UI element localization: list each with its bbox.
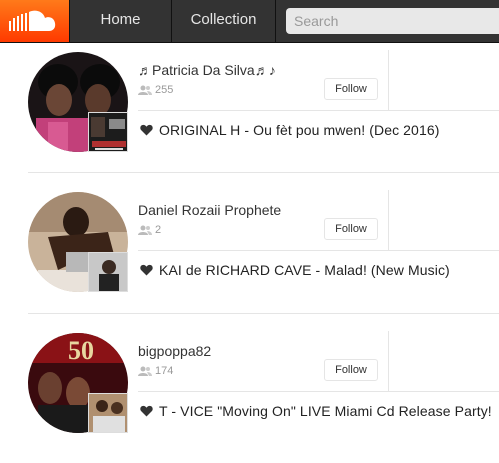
feed-divider <box>28 313 499 314</box>
vertical-divider <box>388 331 389 391</box>
feed-item: 50 bigpoppa82 174 Follow T - VICE "Movin… <box>0 323 499 463</box>
followers-icon <box>138 225 152 235</box>
follower-count: 255 <box>138 84 173 96</box>
follower-count-value: 2 <box>155 224 162 236</box>
heart-icon <box>140 124 153 136</box>
follower-count: 174 <box>138 365 173 377</box>
soundcloud-logo[interactable] <box>0 0 69 42</box>
track-title: T - VICE "Moving On" LIVE Miami Cd Relea… <box>159 403 492 419</box>
followers-icon <box>138 85 152 95</box>
soundcloud-cloud-icon <box>9 10 56 31</box>
follower-count-value: 255 <box>155 84 174 96</box>
artwork-image <box>89 113 127 151</box>
follower-count: 2 <box>138 224 161 236</box>
artwork-image <box>89 394 127 432</box>
row-divider <box>138 110 499 111</box>
feed-item: ♬Patricia Da Silva♬♪ 255 Follow ORIGINAL… <box>0 42 499 182</box>
vertical-divider <box>388 50 389 110</box>
artwork-image <box>89 253 127 291</box>
track-artwork-thumbnail[interactable] <box>88 393 128 433</box>
tab-home[interactable]: Home <box>69 0 172 42</box>
username[interactable]: bigpoppa82 <box>138 343 211 359</box>
svg-text:50: 50 <box>68 336 94 365</box>
username[interactable]: ♬Patricia Da Silva♬♪ <box>138 62 276 78</box>
top-navigation-bar: Home Collection <box>0 0 499 43</box>
track-artwork-thumbnail[interactable] <box>88 112 128 152</box>
heart-icon <box>140 264 153 276</box>
follow-button[interactable]: Follow <box>324 218 378 240</box>
search-input[interactable] <box>286 8 499 34</box>
follow-button[interactable]: Follow <box>324 359 378 381</box>
follow-button[interactable]: Follow <box>324 78 378 100</box>
row-divider <box>138 250 499 251</box>
heart-icon <box>140 405 153 417</box>
follower-count-value: 174 <box>155 365 174 377</box>
track-artwork-thumbnail[interactable] <box>88 252 128 292</box>
liked-track[interactable]: T - VICE "Moving On" LIVE Miami Cd Relea… <box>140 403 492 419</box>
liked-track[interactable]: ORIGINAL H - Ou fèt pou mwen! (Dec 2016) <box>140 122 439 138</box>
liked-track[interactable]: KAI de RICHARD CAVE - Malad! (New Music) <box>140 262 450 278</box>
row-divider <box>138 391 499 392</box>
tab-collection[interactable]: Collection <box>172 0 276 42</box>
track-title: KAI de RICHARD CAVE - Malad! (New Music) <box>159 262 450 278</box>
username[interactable]: Daniel Rozaii Prophete <box>138 202 281 218</box>
vertical-divider <box>388 190 389 250</box>
followers-icon <box>138 366 152 376</box>
track-title: ORIGINAL H - Ou fèt pou mwen! (Dec 2016) <box>159 122 440 138</box>
feed-item: Daniel Rozaii Prophete 2 Follow KAI de R… <box>0 182 499 322</box>
feed-divider <box>28 172 499 173</box>
